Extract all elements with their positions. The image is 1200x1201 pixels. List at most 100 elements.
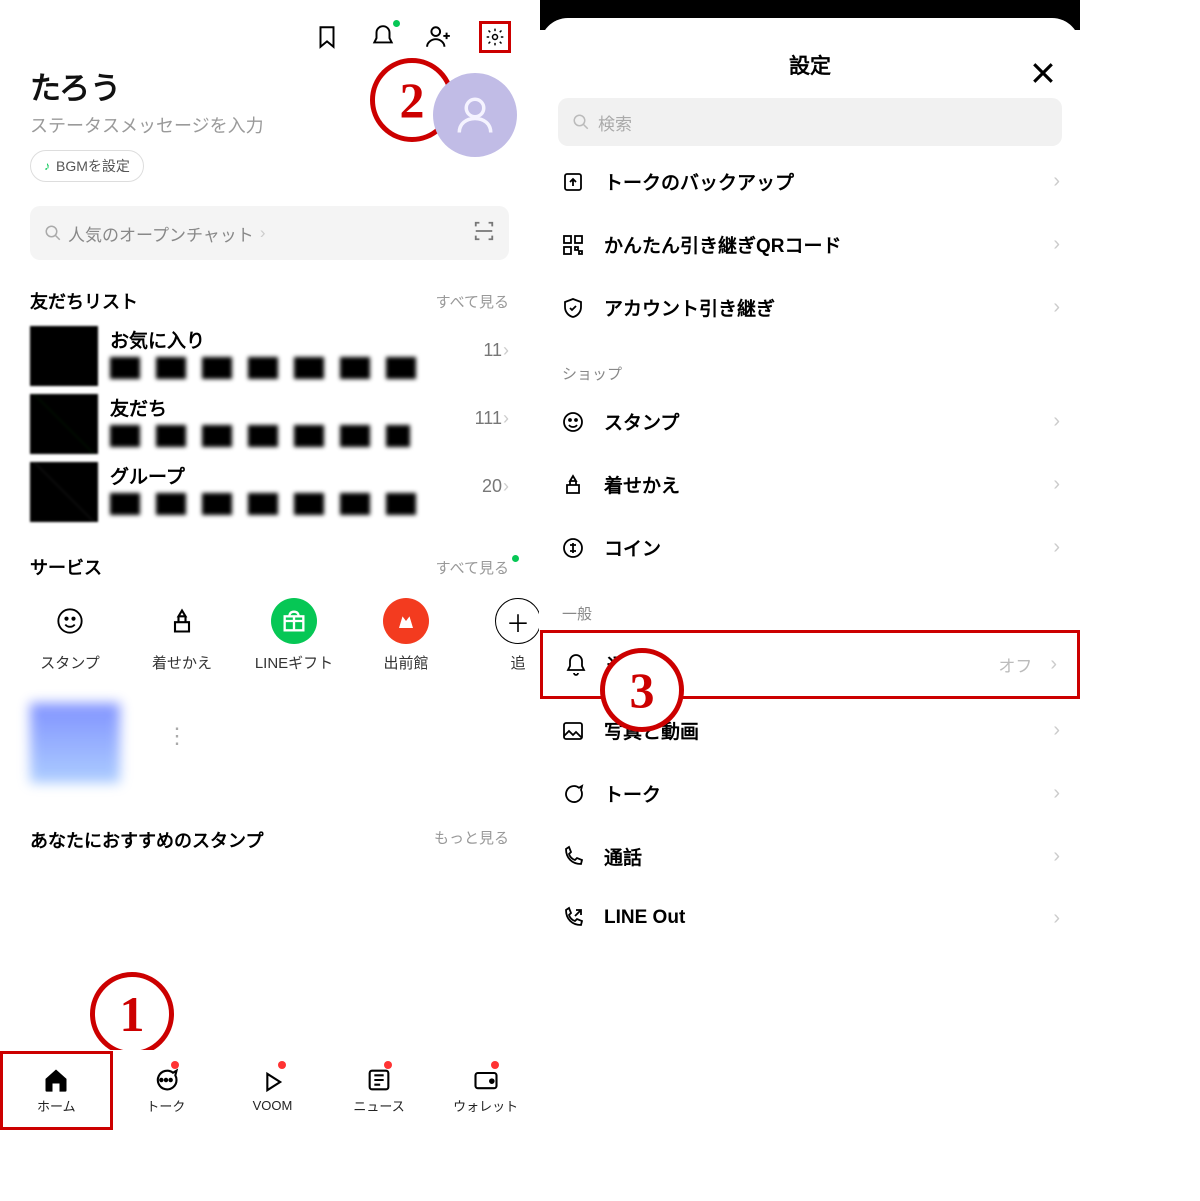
row-account-transfer[interactable]: アカウント引き継ぎ› bbox=[540, 276, 1080, 339]
svc-label: 出前館 bbox=[383, 652, 428, 673]
shield-icon bbox=[560, 296, 586, 320]
row-stamps[interactable]: スタンプ› bbox=[540, 390, 1080, 453]
settings-icon[interactable] bbox=[479, 21, 511, 53]
redacted bbox=[110, 493, 416, 515]
bell-icon[interactable] bbox=[367, 21, 399, 53]
tab-label: ニュース bbox=[353, 1096, 404, 1115]
redacted bbox=[110, 357, 417, 379]
chat-icon bbox=[560, 782, 586, 806]
home-screen: 2 たろう ステータスメッセージを入力 ♪ BGMを設定 人気のオープンチャット… bbox=[0, 0, 540, 1130]
scan-icon[interactable] bbox=[473, 220, 495, 247]
tab-label: ホーム bbox=[37, 1096, 76, 1115]
row-label: LINE Out bbox=[604, 907, 1035, 929]
friends-title: 友だちリスト bbox=[30, 288, 138, 314]
friend-row-groups[interactable]: グループ 20› bbox=[0, 458, 539, 526]
service-stamp[interactable]: スタンプ bbox=[30, 598, 110, 673]
row-qr-transfer[interactable]: かんたん引き継ぎQRコード› bbox=[540, 213, 1080, 276]
add-friend-icon[interactable] bbox=[423, 21, 455, 53]
services-title: サービス bbox=[30, 554, 102, 580]
row-label: グループ bbox=[110, 462, 470, 489]
tab-home[interactable]: ホーム bbox=[0, 1051, 113, 1130]
row-label: 通話 bbox=[604, 843, 1035, 870]
annotation-3: 3 bbox=[600, 648, 684, 732]
tab-label: VOOM bbox=[253, 1098, 293, 1113]
more-icon[interactable]: ⋮ bbox=[166, 673, 220, 783]
settings-title: 設定 bbox=[789, 50, 831, 80]
bell-icon bbox=[563, 653, 589, 677]
top-action-bar bbox=[0, 15, 539, 53]
svc-label: LINEギフト bbox=[255, 652, 333, 673]
settings-search[interactable]: 検索 bbox=[558, 98, 1062, 146]
see-all-services[interactable]: すべて見る bbox=[436, 557, 509, 578]
tab-voom[interactable]: VOOM bbox=[219, 1051, 326, 1130]
svc-label: 追 bbox=[510, 652, 525, 673]
profile-block: たろう ステータスメッセージを入力 ♪ BGMを設定 bbox=[0, 53, 539, 182]
count: 111 bbox=[475, 408, 502, 429]
row-talk[interactable]: トーク› bbox=[540, 762, 1080, 825]
recommend-title: あなたにおすすめのスタンプ bbox=[30, 827, 263, 853]
bgm-chip[interactable]: ♪ BGMを設定 bbox=[30, 150, 144, 182]
row-lineout[interactable]: LINE Out› bbox=[540, 888, 1080, 948]
image-icon bbox=[560, 719, 586, 743]
row-label: トーク bbox=[604, 780, 1035, 807]
row-label: アカウント引き継ぎ bbox=[604, 294, 1035, 321]
row-calls[interactable]: 通話› bbox=[540, 825, 1080, 888]
qr-icon bbox=[560, 233, 586, 257]
row-themes[interactable]: 着せかえ› bbox=[540, 453, 1080, 516]
settings-screen: 設定 検索 トークのバックアップ› かんたん引き継ぎQRコード› アカウント引き… bbox=[540, 0, 1080, 1130]
notification-dot bbox=[393, 20, 400, 27]
count: 20 bbox=[482, 476, 502, 497]
redacted bbox=[110, 425, 410, 447]
close-icon[interactable] bbox=[1028, 58, 1058, 93]
row-label: 友だち bbox=[110, 394, 463, 421]
tab-label: トーク bbox=[146, 1096, 185, 1115]
friend-row-all[interactable]: 友だち 111› bbox=[0, 390, 539, 458]
settings-header: 設定 bbox=[540, 0, 1080, 94]
search-placeholder: 検索 bbox=[598, 110, 632, 135]
phone-out-icon bbox=[560, 906, 586, 930]
row-label: 着せかえ bbox=[604, 471, 1035, 498]
backup-icon bbox=[560, 170, 586, 194]
see-all-friends[interactable]: すべて見る bbox=[436, 291, 509, 312]
svc-label: スタンプ bbox=[40, 652, 100, 673]
annotation-1: 1 bbox=[90, 972, 174, 1056]
recommend-header: あなたにおすすめのスタンプ もっと見る bbox=[0, 783, 539, 853]
svc-label: 着せかえ bbox=[152, 652, 212, 673]
coin-icon bbox=[560, 536, 586, 560]
search-placeholder: 人気のオープンチャット bbox=[68, 221, 254, 246]
phone-icon bbox=[560, 845, 586, 869]
service-add[interactable]: ＋追 bbox=[478, 598, 539, 673]
bgm-label: BGMを設定 bbox=[56, 156, 130, 176]
avatar[interactable] bbox=[433, 73, 517, 157]
search-icon bbox=[44, 224, 62, 242]
row-backup[interactable]: トークのバックアップ› bbox=[540, 150, 1080, 213]
search-icon bbox=[572, 113, 590, 131]
count: 11 bbox=[483, 340, 502, 361]
row-value: オフ bbox=[998, 652, 1032, 677]
service-demaekan[interactable]: 出前館 bbox=[366, 598, 446, 673]
friend-row-favorites[interactable]: お気に入り 11› bbox=[0, 322, 539, 390]
smile-icon bbox=[560, 410, 586, 434]
service-gift[interactable]: LINEギフト bbox=[254, 598, 334, 673]
bottom-tab-bar: ホーム トーク VOOM ニュース ウォレット bbox=[0, 1050, 539, 1130]
row-label: コイン bbox=[604, 534, 1035, 561]
tab-talk[interactable]: トーク bbox=[113, 1051, 220, 1130]
services-section-header: サービス すべて見る bbox=[0, 526, 539, 588]
openchat-search[interactable]: 人気のオープンチャット › bbox=[30, 206, 509, 260]
brush-icon bbox=[560, 473, 586, 497]
tab-wallet[interactable]: ウォレット bbox=[432, 1051, 539, 1130]
bookmark-icon[interactable] bbox=[311, 21, 343, 53]
general-section-label: 一般 bbox=[540, 579, 1080, 630]
tab-label: ウォレット bbox=[453, 1096, 518, 1115]
shop-section-label: ショップ bbox=[540, 339, 1080, 390]
tab-news[interactable]: ニュース bbox=[326, 1051, 433, 1130]
services-row: スタンプ 着せかえ LINEギフト 出前館 ＋追 bbox=[0, 588, 539, 673]
promo-card[interactable] bbox=[0, 673, 166, 783]
row-label: かんたん引き継ぎQRコード bbox=[604, 231, 1035, 258]
music-icon: ♪ bbox=[44, 159, 50, 173]
row-coins[interactable]: コイン› bbox=[540, 516, 1080, 579]
service-themes[interactable]: 着せかえ bbox=[142, 598, 222, 673]
row-label: トークのバックアップ bbox=[604, 168, 1035, 195]
recommend-more[interactable]: もっと見る bbox=[434, 827, 509, 853]
thumb bbox=[30, 394, 98, 454]
